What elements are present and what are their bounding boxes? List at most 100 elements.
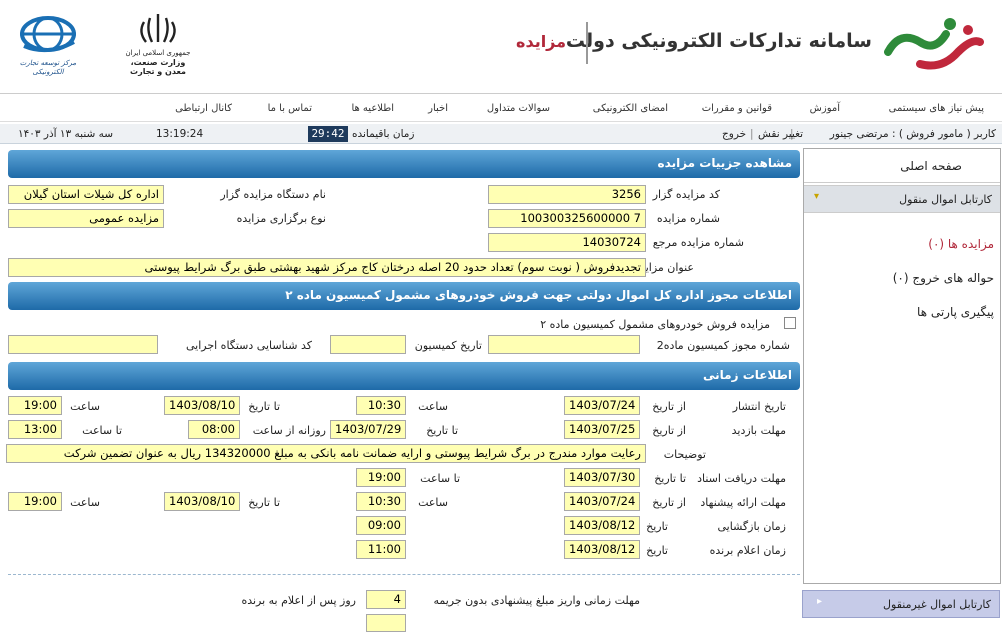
visit-to-field: 1403/07/29 <box>330 420 406 439</box>
publish-from-label: از تاریخ <box>652 400 686 413</box>
vehicle-commission-label: مزایده فروش خودروهای مشمول کمیسیون ماده … <box>540 318 770 331</box>
auctioneer-name-field: اداره کل شیلات استان گیلان <box>8 185 164 204</box>
top-nav: پیش نیاز های سیستمی آموزش قوانین و مقررا… <box>0 96 1002 122</box>
payment-deadline-label: مهلت زمانی واریز مبلغ پیشنهادی بدون جریم… <box>433 594 640 607</box>
section-bar-details: مشاهده جزییات مزایده <box>8 150 800 178</box>
receive-docs-to-label: تا تاریخ <box>654 472 686 485</box>
visit-time-to-field: 13:00 <box>8 420 62 439</box>
nav-item-training[interactable]: آموزش <box>810 103 840 114</box>
receive-docs-to-field: 1403/07/30 <box>564 468 640 487</box>
auction-type-label: نوع برگزاری مزایده <box>236 212 326 225</box>
publish-time-to-label: ساعت <box>70 400 100 413</box>
current-date: سه شنبه ۱۳ آذر ۱۴۰۳ <box>18 128 114 140</box>
nav-item-channel[interactable]: کانال ارتباطی <box>175 103 232 114</box>
offer-time-from-label: ساعت <box>418 496 448 509</box>
offer-time-to-label: ساعت <box>70 496 100 509</box>
setad-logo <box>880 12 986 74</box>
auction-number-label: شماره مزایده <box>656 212 720 225</box>
trade-center-caption: مرکز توسعه تجارت الکترونیکی <box>19 59 77 76</box>
sidebar: صفحه اصلی کارتابل اموال منقول ▾ مزایده ه… <box>803 148 1001 584</box>
page-header: سامانه تدارکات الکترونیکی دولت مزایده جم… <box>0 0 1002 94</box>
offer-to-field: 1403/08/10 <box>164 492 240 511</box>
nav-item-news[interactable]: اخبار <box>428 103 448 114</box>
visit-from-label: از تاریخ <box>652 424 686 437</box>
auctioneer-code-label: کد مزایده گزار <box>652 188 720 201</box>
payment-days-suffix: روز پس از اعلام به برنده <box>241 594 356 607</box>
visit-time-to-label: تا ساعت <box>82 424 122 437</box>
sidebar-item-exit-orders[interactable]: حواله های خروج (۰) <box>893 271 994 285</box>
offer-from-field: 1403/07/24 <box>564 492 640 511</box>
dotted-divider <box>8 574 800 575</box>
ref-number-label: شماره مزایده مرجع <box>652 236 744 249</box>
opening-date-field: 1403/08/12 <box>564 516 640 535</box>
nav-item-contact[interactable]: تماس با ما <box>268 103 312 114</box>
publish-from-field: 1403/07/24 <box>564 396 640 415</box>
trade-center-logo: مرکز توسعه تجارت الکترونیکی <box>14 12 82 76</box>
iran-emblem-icon <box>140 14 176 43</box>
vehicle-commission-checkbox[interactable] <box>784 317 796 329</box>
notes-label: توضیحات <box>663 448 706 461</box>
nav-item-prerequisites[interactable]: پیش نیاز های سیستمی <box>889 103 984 114</box>
offer-time-from-field: 10:30 <box>356 492 406 511</box>
winner-date-label: تاریخ <box>646 544 668 557</box>
nav-item-faq[interactable]: سوالات متداول <box>487 103 550 114</box>
change-role-link[interactable]: تغییر نقش <box>758 128 803 140</box>
sidebar-item-party-tracking[interactable]: پیگیری پارتی ها <box>917 305 994 319</box>
user-info: کاربر ( مامور فروش ) : مرتضی جینور <box>829 128 996 140</box>
site-title: سامانه تدارکات الکترونیکی دولت <box>565 30 872 52</box>
commission-date-field <box>330 335 406 354</box>
opening-time-field: 09:00 <box>356 516 406 535</box>
section-title-license: اطلاعات مجوز اداره کل اموال دولتی جهت فر… <box>285 288 792 302</box>
sidebar-accordion-immovable[interactable]: کارتابل اموال غیرمنقول ▸ <box>802 590 1000 618</box>
receive-docs-time-field: 19:00 <box>356 468 406 487</box>
section-bar-license: اطلاعات مجوز اداره کل اموال دولتی جهت فر… <box>8 282 800 310</box>
section-title-timing: اطلاعات زمانی <box>703 368 792 382</box>
sidebar-accordion-movable[interactable]: کارتابل اموال منقول ▾ <box>804 185 1000 213</box>
section-title: مزایده <box>516 32 567 51</box>
auctioneer-code-field: 3256 <box>488 185 646 204</box>
offer-to-label: تا تاریخ <box>248 496 280 509</box>
publish-time-from-field: 10:30 <box>356 396 406 415</box>
chevron-right-icon: ▸ <box>817 596 823 607</box>
auction-type-field: مزایده عمومی <box>8 209 164 228</box>
auction-title-field: تجدیدفروش ( نوبت سوم) تعداد حدود 20 اصله… <box>8 258 646 277</box>
exec-code-label: کد شناسایی دستگاه اجرایی <box>185 339 312 352</box>
logout-link[interactable]: خروج <box>722 128 746 140</box>
winner-date-field: 1403/08/12 <box>564 540 640 559</box>
publish-time-to-field: 19:00 <box>8 396 62 415</box>
nav-item-e-signature[interactable]: امضای الکترونیکی <box>593 103 668 114</box>
nav-item-laws[interactable]: قوانین و مقررات <box>702 103 772 114</box>
header-divider <box>586 22 588 64</box>
commission-number-field <box>488 335 640 354</box>
visit-to-label: تا تاریخ <box>426 424 458 437</box>
payment-days-field: 4 <box>366 590 406 609</box>
ministry-emblem: جمهوری اسلامی ایران وزارت صنعت، معدن و ت… <box>120 12 196 76</box>
section-bar-timing: اطلاعات زمانی <box>8 362 800 390</box>
auctioneer-name-label: نام دستگاه مزایده گزار <box>220 188 326 201</box>
nav-item-announcements[interactable]: اطلاعیه ها <box>351 103 394 114</box>
ref-number-field: 14030724 <box>488 233 646 252</box>
offer-from-label: از تاریخ <box>652 496 686 509</box>
sidebar-item-auctions[interactable]: مزایده ها (۰) <box>928 237 994 251</box>
winner-time-field: 11:00 <box>356 540 406 559</box>
offer-label: مهلت ارائه پیشنهاد <box>700 496 786 509</box>
globe-icon <box>20 16 76 53</box>
publish-label: تاریخ انتشار <box>732 400 786 413</box>
chevron-down-icon: ▾ <box>814 191 820 202</box>
user-bar: کاربر ( مامور فروش ) : مرتضی جینور | تغی… <box>0 124 1002 144</box>
session-timer: 29:42 <box>308 126 348 142</box>
publish-time-from-label: ساعت <box>418 400 448 413</box>
visit-from-field: 1403/07/25 <box>564 420 640 439</box>
commission-date-label: تاریخ کمیسیون <box>414 339 482 352</box>
notes-field: رعایت موارد مندرج در برگ شرایط پیوستی و … <box>6 444 646 463</box>
clock: 13:19:24 <box>156 128 204 140</box>
sidebar-item-home[interactable]: صفحه اصلی <box>804 149 1000 183</box>
opening-label: زمان بازگشایی <box>717 520 787 533</box>
receive-docs-time-label: تا ساعت <box>420 472 460 485</box>
visit-time-from-field: 08:00 <box>188 420 240 439</box>
sidebar-home-label: صفحه اصلی <box>900 159 962 173</box>
publish-to-field: 1403/08/10 <box>164 396 240 415</box>
main-content: مشاهده جزییات مزایده کد مزایده گزار 3256… <box>6 148 800 632</box>
emblem-caption: جمهوری اسلامی ایران <box>125 49 191 57</box>
next-field <box>366 614 406 632</box>
